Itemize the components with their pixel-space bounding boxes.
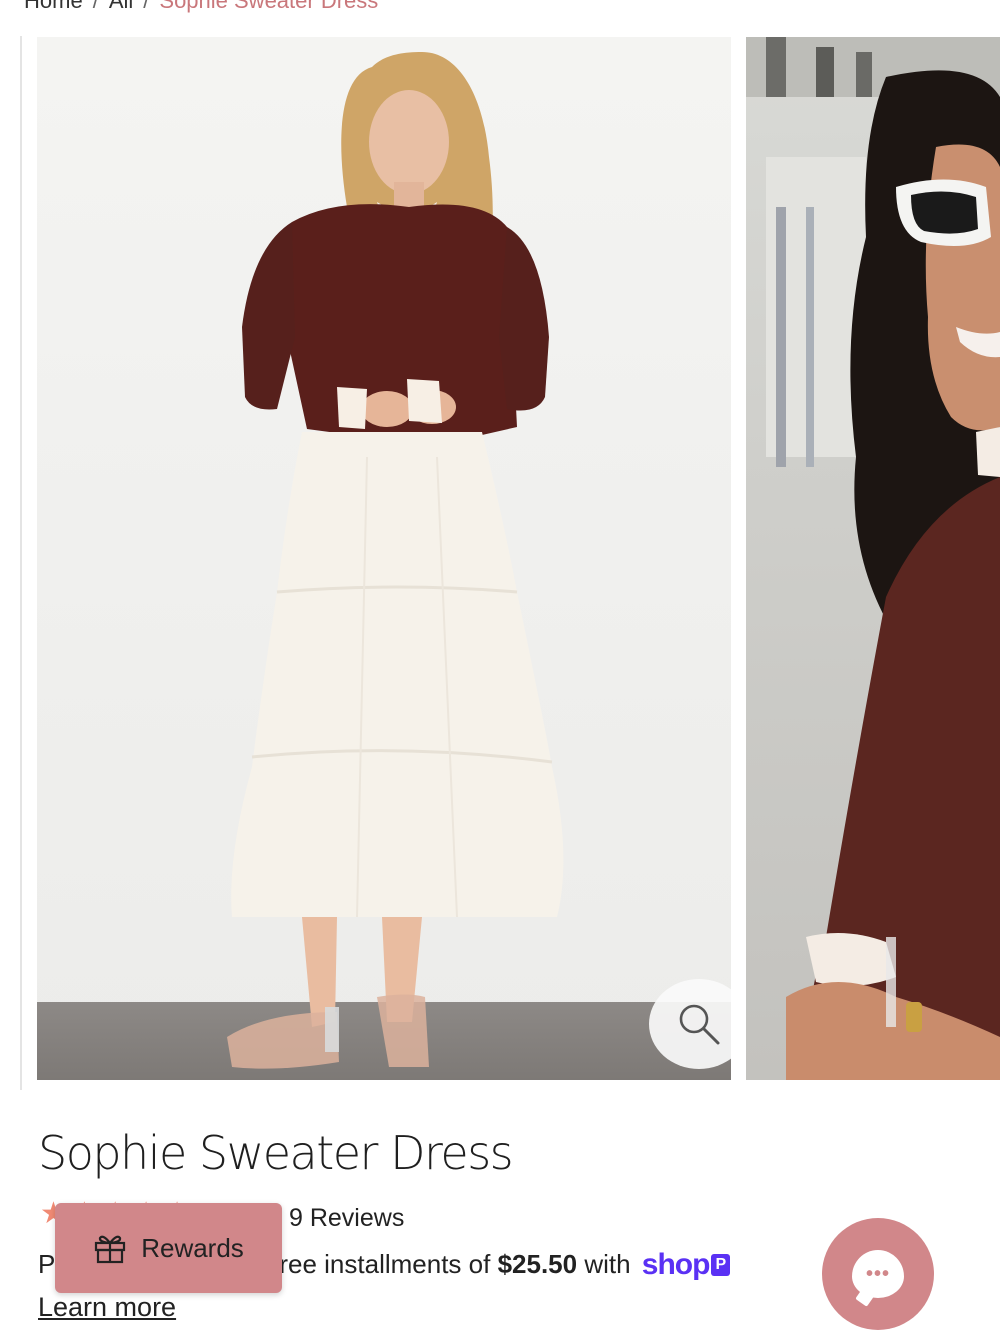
chat-dots: ••• (865, 1262, 890, 1285)
product-title: Sophie Sweater Dress (38, 1126, 514, 1180)
shop-logo-icon: shop (641, 1248, 711, 1281)
rewards-label: Rewards (141, 1232, 244, 1263)
reviews-link[interactable]: 9 Reviews (289, 1204, 404, 1233)
breadcrumb: Home / All / Sophie Sweater Dress (24, 0, 378, 13)
breadcrumb-home[interactable]: Home (24, 0, 83, 13)
breadcrumb-separator: / (92, 0, 99, 13)
gallery-divider (20, 36, 22, 1090)
chat-button[interactable]: ••• (822, 1218, 934, 1330)
product-image-main[interactable] (37, 37, 731, 1080)
breadcrumb-separator: / (143, 0, 150, 13)
product-image-second[interactable] (746, 37, 1000, 1080)
installments-prefix: P (38, 1249, 56, 1279)
breadcrumb-all[interactable]: All (109, 0, 133, 13)
learn-more-link[interactable]: Learn more (38, 1292, 176, 1323)
rewards-button[interactable]: Rewards (55, 1203, 282, 1293)
installment-amount: $25.50 (497, 1249, 578, 1279)
shop-pay-badge: P (711, 1254, 731, 1276)
model-closeup-illustration (746, 37, 1000, 1080)
gift-icon (95, 1235, 126, 1264)
chat-bubble-icon: ••• (852, 1250, 904, 1298)
breadcrumb-current: Sophie Sweater Dress (159, 0, 379, 13)
installments-suffix: with (577, 1249, 638, 1279)
installments-middle: ree installments of (279, 1249, 498, 1279)
magnifier-icon (679, 1004, 720, 1045)
model-illustration (227, 52, 564, 1069)
